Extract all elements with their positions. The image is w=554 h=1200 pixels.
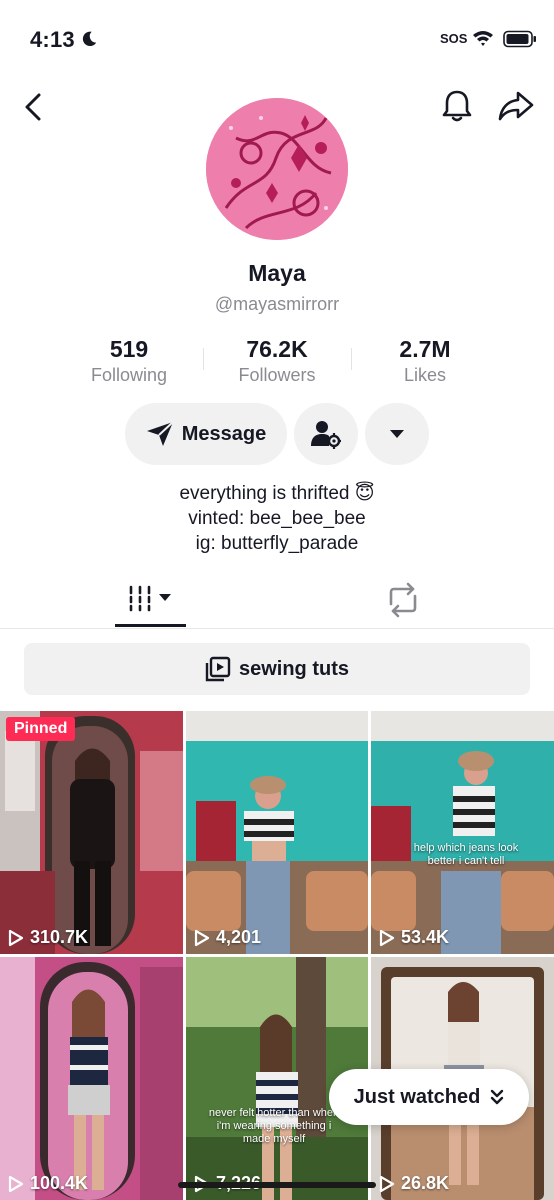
- video-tile[interactable]: 4,201: [186, 711, 368, 954]
- bio-line: ig: butterfly_parade: [195, 533, 359, 554]
- share-icon: [498, 91, 534, 121]
- playlist-label: sewing tuts: [238, 657, 349, 680]
- profile-handle: @mayasmirrorr: [214, 294, 340, 314]
- status-bar: 4:13 SOS: [0, 0, 554, 80]
- repost-icon: [389, 582, 417, 618]
- more-options-button[interactable]: [365, 403, 429, 465]
- video-thumbnail: [186, 711, 368, 954]
- play-icon: [8, 929, 24, 946]
- following-label: Following: [90, 365, 168, 385]
- video-tile[interactable]: help which jeans look better i can't tel…: [371, 711, 554, 954]
- notifications-button[interactable]: [440, 88, 474, 124]
- video-caption: help which jeans look better i can't tel…: [413, 842, 519, 867]
- play-icon: [379, 929, 395, 946]
- moon-icon: [82, 31, 97, 47]
- wifi-icon: [473, 31, 493, 46]
- view-count-text: 4,201: [216, 927, 262, 947]
- view-count: 100.4K: [8, 1173, 88, 1194]
- sos-indicator: SOS: [440, 31, 468, 46]
- tab-active-indicator: [115, 624, 186, 627]
- bell-icon: [442, 90, 472, 122]
- back-arrow-icon: [25, 93, 41, 121]
- video-thumbnail: [0, 957, 183, 1200]
- play-icon: [194, 929, 210, 946]
- pinned-badge: Pinned: [6, 717, 76, 741]
- just-watched-button[interactable]: Just watched: [329, 1069, 529, 1125]
- video-caption: never felt hotter than when i'm wearing …: [208, 1107, 340, 1145]
- message-label: Message: [181, 422, 267, 445]
- likes-label: Likes: [403, 365, 447, 385]
- avatar[interactable]: [206, 98, 348, 240]
- add-friend-icon: [311, 421, 341, 449]
- send-icon: [146, 421, 174, 446]
- avatar-image: [206, 98, 348, 240]
- battery-icon: [503, 30, 536, 48]
- tab-videos[interactable]: [115, 578, 186, 628]
- view-count-text: 53.4K: [401, 927, 450, 947]
- play-icon: [8, 1175, 24, 1192]
- likes-count: 2.7M: [399, 336, 451, 362]
- grid-icon: [129, 585, 171, 612]
- video-thumbnail: [0, 711, 183, 954]
- tab-reposts[interactable]: [383, 582, 423, 618]
- playlist-icon: [205, 656, 231, 682]
- bio-line: everything is thrifted 😇: [179, 483, 375, 504]
- view-count-text: 26.8K: [401, 1173, 450, 1193]
- share-button[interactable]: [497, 88, 535, 124]
- message-button[interactable]: Message: [125, 403, 287, 465]
- view-count: 4,201: [194, 927, 261, 948]
- video-thumbnail: [371, 711, 554, 954]
- view-count-text: 100.4K: [30, 1173, 89, 1193]
- video-tile[interactable]: Pinned 310.7K: [0, 711, 183, 954]
- add-friend-button[interactable]: [294, 403, 358, 465]
- bio: everything is thrifted 😇 vinted: bee_bee…: [0, 481, 554, 556]
- play-icon: [379, 1175, 395, 1192]
- profile-name: Maya: [248, 260, 306, 286]
- video-tile[interactable]: 100.4K: [0, 957, 183, 1200]
- status-time: 4:13: [30, 27, 75, 52]
- just-watched-label: Just watched: [353, 1085, 481, 1108]
- view-count: 310.7K: [8, 927, 88, 948]
- back-button[interactable]: [18, 90, 48, 124]
- caret-down-icon: [390, 430, 404, 438]
- followers-label: Followers: [238, 365, 316, 385]
- followers-count: 76.2K: [246, 336, 308, 362]
- stat-likes[interactable]: 2.7M Likes: [350, 336, 500, 386]
- stat-followers[interactable]: 76.2K Followers: [202, 336, 352, 386]
- double-chevron-icon: [491, 1089, 504, 1105]
- stat-following[interactable]: 519 Following: [54, 336, 204, 386]
- bio-line: vinted: bee_bee_bee: [188, 508, 366, 529]
- view-count-text: 310.7K: [30, 927, 89, 947]
- playlist-button[interactable]: sewing tuts: [24, 643, 530, 695]
- view-count: 26.8K: [379, 1173, 449, 1194]
- following-count: 519: [109, 336, 149, 362]
- tabs-divider: [0, 628, 554, 629]
- home-indicator[interactable]: [178, 1182, 376, 1188]
- view-count: 53.4K: [379, 927, 449, 948]
